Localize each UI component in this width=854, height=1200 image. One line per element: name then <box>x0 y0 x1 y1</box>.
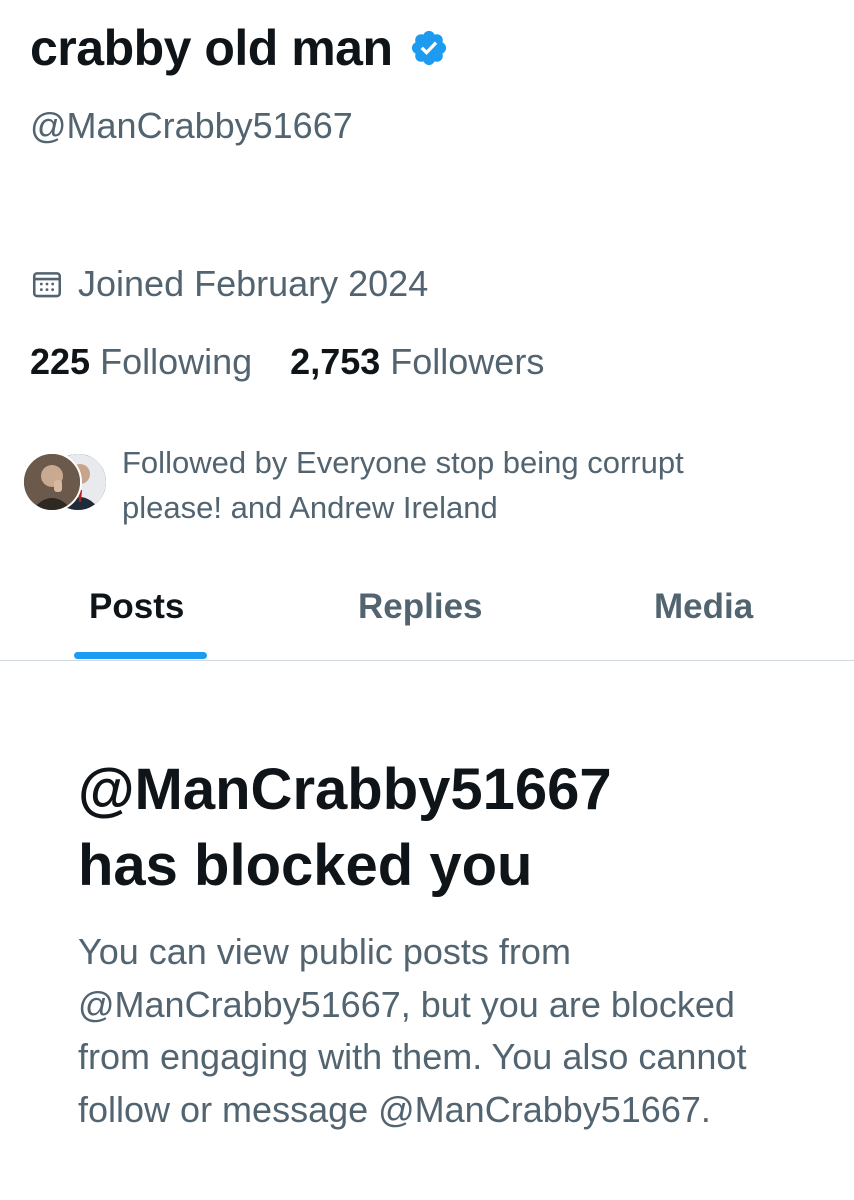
blocked-title: @ManCrabby51667 has blocked you <box>78 752 798 904</box>
calendar-icon <box>30 267 64 301</box>
tab-media[interactable]: Media <box>654 584 753 630</box>
avatar <box>22 452 82 512</box>
followed-by-row[interactable]: Followed by Everyone stop being corrupt … <box>22 440 782 530</box>
tab-posts[interactable]: Posts <box>89 584 184 630</box>
verified-badge-icon[interactable] <box>409 28 449 68</box>
profile-display-name: crabby old man <box>30 20 393 76</box>
joined-date-row: Joined February 2024 <box>30 262 428 306</box>
tab-replies[interactable]: Replies <box>358 584 483 630</box>
followed-by-text: Followed by Everyone stop being corrupt … <box>122 445 684 525</box>
blocked-description: You can view public posts from @ManCrabb… <box>78 931 747 1130</box>
following-label: Following <box>100 341 253 382</box>
profile-name-row: crabby old man <box>30 18 449 78</box>
active-tab-indicator <box>74 652 207 659</box>
profile-tabs: Posts Replies Media <box>0 566 854 661</box>
followers-stat[interactable]: 2,753 Followers <box>290 340 544 384</box>
followers-count: 2,753 <box>290 341 381 382</box>
follow-stats: 225 Following 2,753 Followers <box>30 340 544 384</box>
following-count: 225 <box>30 341 91 382</box>
profile-handle: @ManCrabby51667 <box>30 105 353 146</box>
following-stat[interactable]: 225 Following <box>30 340 252 384</box>
blocked-title-message: has blocked you <box>78 833 533 898</box>
joined-date-text: Joined February 2024 <box>78 263 429 304</box>
blocked-title-handle: @ManCrabby51667 <box>78 757 612 822</box>
followed-by-avatars <box>22 452 114 514</box>
followers-label: Followers <box>390 341 545 382</box>
